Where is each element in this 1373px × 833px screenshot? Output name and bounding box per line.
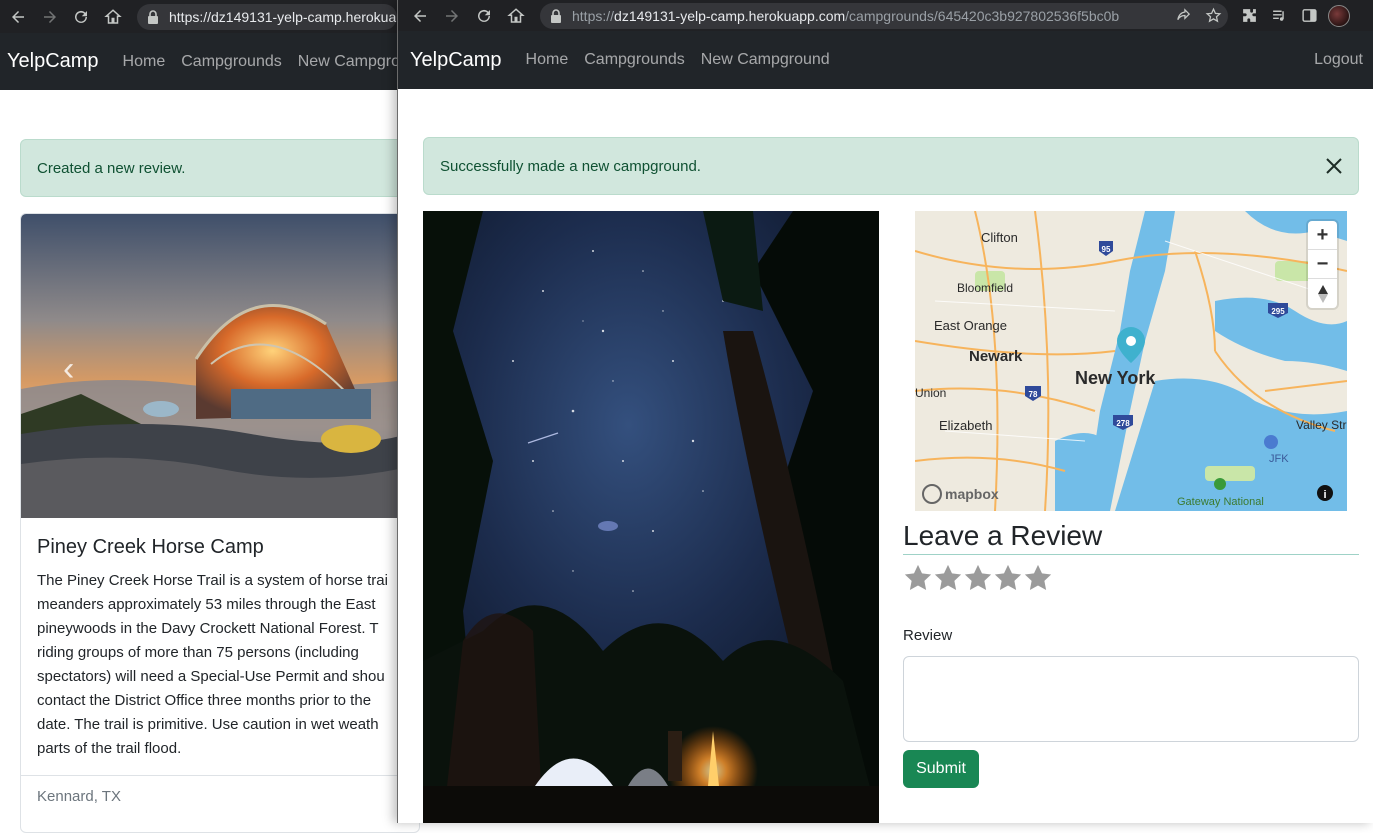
description-line: contact the District Office three months… [37, 692, 372, 709]
map-label-new-york: New York [1075, 368, 1156, 388]
star-icon[interactable] [963, 563, 993, 593]
description-line: parts of the trail flood. [37, 740, 182, 757]
highway-shield-78: 78 [1029, 390, 1038, 399]
profile-avatar[interactable] [1324, 0, 1354, 32]
address-scheme: https:// [572, 7, 615, 24]
campground-map[interactable]: Clifton Bloomfield East Orange Newark Ne… [915, 211, 1347, 511]
brand-logo[interactable]: YelpCamp [410, 49, 502, 72]
highway-shield-278: 278 [1116, 419, 1130, 428]
extensions-icon[interactable] [1234, 0, 1264, 32]
highway-shield-95: 95 [1102, 245, 1111, 254]
home-icon[interactable] [97, 0, 129, 33]
campground-location: Kennard, TX [21, 775, 419, 819]
back-icon[interactable] [404, 0, 436, 32]
card-body: Piney Creek Horse Camp The Piney Creek H… [21, 518, 419, 777]
nav-logout[interactable]: Logout [1314, 51, 1363, 69]
address-text: https://dz149131-yelp-camp.herokua [169, 8, 397, 25]
nav-new-campground[interactable]: New Campgro [298, 53, 400, 71]
nav-campgrounds[interactable]: Campgrounds [584, 51, 685, 69]
map-label-clifton: Clifton [981, 230, 1018, 245]
campground-title: Piney Creek Horse Camp [37, 536, 264, 558]
close-icon[interactable] [1324, 156, 1344, 176]
nav-new-campground[interactable]: New Campground [701, 51, 830, 69]
submit-button[interactable]: Submit [903, 750, 979, 788]
reload-icon[interactable] [66, 0, 98, 33]
address-path: /campgrounds/645420c3b927802536f5bc0b [845, 7, 1120, 24]
description-line: riding groups of more than 75 persons (i… [37, 644, 359, 661]
highway-shield-295: 295 [1271, 307, 1285, 316]
reload-icon[interactable] [468, 0, 500, 32]
map-label-east-orange: East Orange [934, 318, 1007, 333]
back-icon[interactable] [2, 0, 34, 33]
star-rating[interactable] [903, 563, 1053, 593]
map-label-bloomfield: Bloomfield [957, 281, 1013, 295]
map-label-elizabeth: Elizabeth [939, 418, 992, 433]
map-label-newark: Newark [969, 348, 1023, 365]
zoom-out-button[interactable]: − [1308, 250, 1337, 279]
map-label-gateway: Gateway National [1177, 496, 1264, 508]
review-label: Review [903, 627, 953, 644]
review-heading: Leave a Review [903, 520, 1359, 555]
share-icon[interactable] [1168, 3, 1198, 29]
alert-message: Created a new review. [37, 159, 186, 177]
description-line: date. The trail is primitive. Use cautio… [37, 716, 379, 733]
campground-image [423, 211, 879, 823]
bookmark-star-icon[interactable] [1198, 3, 1228, 29]
description-line: meanders approximately 53 miles through … [37, 596, 376, 613]
brand-logo[interactable]: YelpCamp [7, 50, 99, 73]
address-bar[interactable]: https:// dz149131-yelp-camp.herokuapp.co… [540, 2, 1228, 29]
forward-icon[interactable] [34, 0, 66, 33]
media-queue-icon[interactable] [1264, 0, 1294, 32]
description-line: The Piney Creek Horse Trail is a system … [37, 572, 388, 589]
avatar [1328, 4, 1350, 27]
map-label-valley-stream: Valley Str [1296, 418, 1346, 432]
browser-toolbar: https:// dz149131-yelp-camp.herokuapp.co… [398, 0, 1373, 31]
campground-description: The Piney Creek Horse Trail is a system … [37, 569, 419, 761]
forward-icon[interactable] [436, 0, 468, 32]
front-browser-window: https:// dz149131-yelp-camp.herokuapp.co… [397, 0, 1373, 823]
browser-toolbar: https://dz149131-yelp-camp.herokua [0, 0, 398, 33]
address-bar[interactable]: https://dz149131-yelp-camp.herokua [137, 3, 398, 30]
nav-home[interactable]: Home [123, 53, 166, 71]
alert-message: Successfully made a new campground. [440, 157, 701, 175]
star-icon[interactable] [1023, 563, 1053, 593]
navbar: YelpCamp Home Campgrounds New Campground… [398, 31, 1373, 89]
home-icon[interactable] [500, 0, 532, 32]
map-zoom-controls: + − [1308, 221, 1337, 308]
navbar: YelpCamp Home Campgrounds New Campgro [0, 33, 400, 90]
lock-icon [148, 9, 158, 24]
nav-home[interactable]: Home [526, 51, 569, 69]
compass-button[interactable] [1308, 279, 1337, 308]
map-label-jfk: JFK [1269, 453, 1289, 465]
svg-text:i: i [1323, 489, 1326, 501]
zoom-in-button[interactable]: + [1308, 221, 1337, 250]
campground-image: ‹ [21, 214, 419, 518]
description-line: spectators) will need a Special-Use Perm… [37, 668, 385, 685]
description-line: pineywoods in the Davy Crockett National… [37, 620, 379, 637]
campground-card: ‹ Piney Creek Horse Camp The Piney Creek… [20, 213, 420, 833]
nav-campgrounds[interactable]: Campgrounds [181, 53, 282, 71]
star-icon[interactable] [933, 563, 963, 593]
star-icon[interactable] [903, 563, 933, 593]
map-label-union: Union [915, 386, 946, 400]
review-textarea[interactable] [903, 656, 1359, 742]
address-host: dz149131-yelp-camp.herokuapp.com [614, 7, 846, 24]
compass-icon [1317, 284, 1328, 303]
star-icon[interactable] [993, 563, 1023, 593]
mapbox-attribution: mapbox [945, 486, 999, 502]
side-panel-icon[interactable] [1294, 0, 1324, 32]
success-alert: Created a new review. [20, 139, 420, 197]
lock-icon [551, 8, 561, 23]
carousel-prev-icon[interactable]: ‹ [63, 350, 74, 389]
success-alert: Successfully made a new campground. [423, 137, 1359, 195]
